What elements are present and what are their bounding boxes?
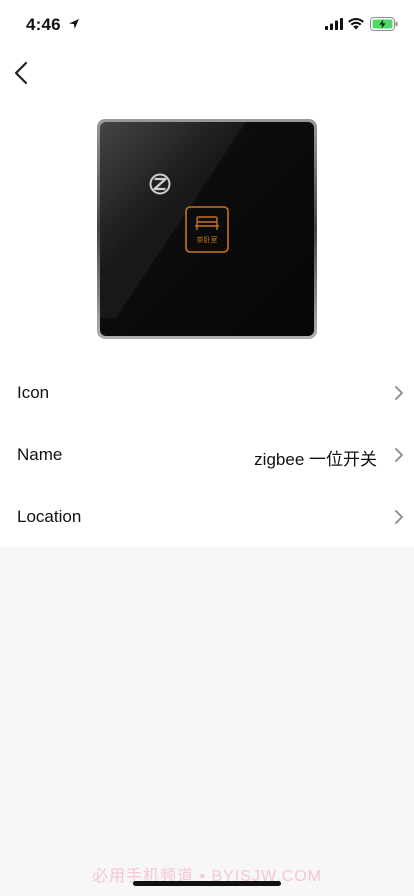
status-time: 4:46 <box>26 15 61 34</box>
row-label: Name <box>17 445 63 464</box>
battery-charging-icon <box>370 17 398 31</box>
back-button[interactable] <box>10 58 38 88</box>
row-label: Location <box>17 507 82 526</box>
device-image: 茶卧室 <box>97 119 317 339</box>
cellular-signal-icon <box>325 18 343 30</box>
settings-row-location[interactable]: Location <box>0 487 414 549</box>
chevron-right-icon <box>395 448 403 462</box>
switch-button-label: 茶卧室 <box>197 235 218 244</box>
location-arrow-icon <box>69 19 79 29</box>
device-name-value: zigbee 一位开关 <box>254 450 377 469</box>
chevron-right-icon <box>395 386 403 400</box>
row-label: Icon <box>17 383 50 402</box>
wifi-icon <box>348 17 364 30</box>
settings-row-icon[interactable]: Icon <box>0 363 414 425</box>
home-indicator[interactable] <box>133 881 281 886</box>
settings-row-name[interactable]: Name zigbee 一位开关 <box>0 425 414 487</box>
chevron-right-icon <box>395 510 403 524</box>
status-bar: 4:46 <box>0 0 414 50</box>
